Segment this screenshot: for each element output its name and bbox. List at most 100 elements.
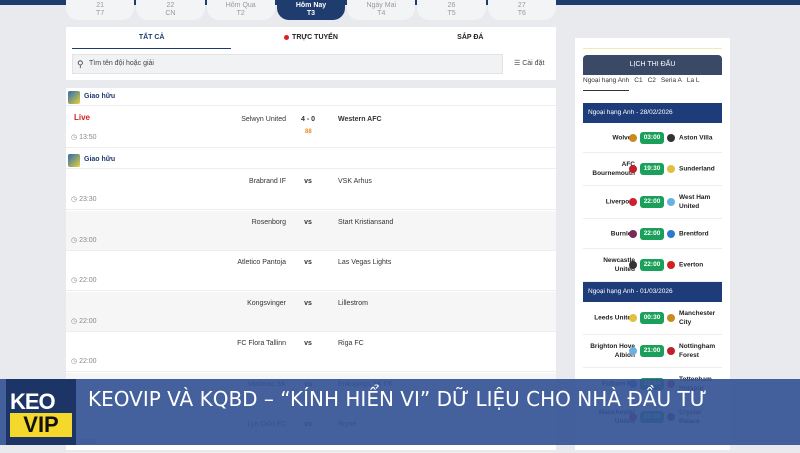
- league-flag-icon: [68, 154, 80, 167]
- home-team: Rosenborg: [251, 218, 286, 226]
- search-placeholder: Tìm tên đội hoặc giải: [89, 60, 154, 67]
- date-tab[interactable]: 26 T5: [417, 0, 486, 20]
- match-minute: 88: [305, 129, 312, 135]
- away-team: Riga FC: [338, 340, 364, 347]
- schedule-match[interactable]: Newcastle United 22:00 Everton: [583, 249, 722, 282]
- weekday-label: T3: [306, 10, 316, 17]
- vs-label: vs: [304, 178, 312, 185]
- keovip-logo: KEO VIP: [6, 379, 76, 445]
- schedule-match[interactable]: AFC Bournemouth 19:30 Sunderland: [583, 153, 722, 186]
- banner-title: KEOVIP VÀ KQBD – “KÍNH HIỂN VI” DỮ LIỆU …: [88, 387, 707, 411]
- away-crest-icon: [667, 198, 675, 206]
- away-team: Everton: [679, 261, 704, 269]
- away-team: Nottingham Forest: [679, 343, 716, 359]
- tab-all[interactable]: TẤT CẢ: [72, 27, 232, 49]
- schedule-title: LỊCH THI ĐẤU: [583, 55, 722, 75]
- date-tab[interactable]: Hôm Nay T3: [276, 0, 346, 20]
- logo-text-bottom: VIP: [10, 413, 72, 437]
- vs-label: vs: [304, 259, 312, 266]
- league-tab[interactable]: C1: [634, 77, 642, 91]
- schedule-match[interactable]: Leeds United 00:30 Manchester City: [583, 302, 722, 335]
- home-team: Brabrand IF: [249, 178, 286, 185]
- date-tabs: 21 T7 22 CN Hôm Qua T2 Hôm Nay T3 Ngày Mai T4 26 T5…: [66, 0, 556, 20]
- away-team: Manchester City: [679, 310, 716, 326]
- match-row[interactable]: Live ◷ 13:50 Selwyn United 4 - 0 88 West…: [66, 108, 556, 148]
- weekday-label: T6: [517, 10, 526, 17]
- home-team: Atletico Pantoja: [237, 259, 286, 266]
- kickoff-time: 21:00: [640, 345, 664, 357]
- away-team: Aston Villa: [679, 134, 713, 141]
- match-time: ◷ 13:50: [71, 134, 97, 141]
- tab-live[interactable]: TRỰC TUYẾN: [231, 27, 390, 49]
- home-team: Kongsvinger: [247, 299, 286, 307]
- date-label: 21: [96, 2, 105, 9]
- date-label: Hôm Nay: [295, 2, 327, 9]
- schedule-match[interactable]: Brighton Hove Albion 21:00 Nottingham Fo…: [583, 335, 722, 368]
- away-team: West Ham United: [679, 194, 711, 210]
- match-row[interactable]: ◷ 23:00 Rosenborg vs Start Kristiansand: [66, 210, 556, 251]
- search-input[interactable]: ⚲ Tìm tên đội hoặc giải: [72, 54, 503, 74]
- league-name: Giao hữu: [84, 156, 116, 163]
- kickoff-time: 22:00: [640, 196, 664, 208]
- match-row[interactable]: ◷ 22:00 Atletico Pantoja vs Las Vegas Li…: [66, 251, 556, 291]
- kickoff-time: 00:30: [640, 312, 664, 324]
- away-team: Start Kristiansand: [338, 218, 394, 226]
- away-crest-icon: [667, 165, 675, 173]
- schedule-match[interactable]: Liverpool 22:00 West Ham United: [583, 186, 722, 219]
- settings-label: Cài đặt: [522, 60, 545, 67]
- weekday-label: T7: [96, 10, 105, 17]
- weekday-label: T5: [447, 10, 456, 17]
- article-banner: KEO VIP KEOVIP VÀ KQBD – “KÍNH HIỂN VI” …: [0, 379, 800, 445]
- match-time: ◷ 22:00: [71, 317, 97, 325]
- date-tab[interactable]: 27 T6: [487, 0, 556, 20]
- date-label: 26: [447, 2, 456, 9]
- schedule-match[interactable]: Burnley 22:00 Brentford: [583, 219, 722, 249]
- away-team: Sunderland: [679, 165, 715, 173]
- tab-live-label: TRỰC TUYẾN: [292, 34, 338, 41]
- sliders-icon: ☰: [514, 60, 523, 67]
- away-team: Brentford: [679, 230, 709, 237]
- league-flag-icon: [68, 91, 80, 104]
- match-row[interactable]: ◷ 22:00 Kongsvinger vs Lillestrom: [66, 291, 556, 332]
- league-tab[interactable]: C2: [648, 77, 656, 91]
- date-tab[interactable]: 21 T7: [66, 0, 135, 20]
- schedule-section-header: Ngoại hạng Anh - 01/03/2026: [583, 282, 722, 302]
- vs-label: vs: [304, 299, 312, 307]
- home-crest-icon: [629, 133, 637, 142]
- schedule-section-header: Ngoại hạng Anh - 28/02/2026: [583, 103, 722, 123]
- date-tab[interactable]: Hôm Qua T2: [206, 0, 275, 20]
- score: 4 - 0: [300, 116, 315, 123]
- away-team: Lillestrom: [338, 299, 368, 307]
- away-team: Western AFC: [338, 116, 382, 123]
- schedule-match[interactable]: Wolves 03:00 Aston Villa: [583, 123, 722, 153]
- live-dot-icon: [284, 34, 290, 40]
- date-tab[interactable]: 22 CN: [136, 0, 205, 20]
- tab-upcoming[interactable]: SẮP ĐÁ: [391, 27, 550, 49]
- home-team: Selwyn United: [241, 116, 286, 123]
- league-tab[interactable]: La L: [687, 77, 700, 91]
- away-crest-icon: [667, 314, 675, 322]
- away-team: Las Vegas Lights: [338, 259, 392, 266]
- vs-label: vs: [304, 218, 312, 226]
- league-header[interactable]: Giao hữu: [66, 151, 556, 169]
- settings-button[interactable]: ☰ Cài đặt: [514, 54, 544, 74]
- match-row[interactable]: ◷ 23:30 Brabrand IF vs VSK Arhus: [66, 170, 556, 210]
- weekday-label: T2: [236, 10, 245, 17]
- home-crest-icon: [629, 198, 637, 206]
- match-time: ◷ 22:00: [71, 358, 97, 365]
- league-tab[interactable]: Ngoại hạng Anh: [583, 77, 630, 91]
- home-crest-icon: [629, 314, 637, 322]
- league-header[interactable]: Giao hữu: [66, 88, 556, 106]
- home-crest-icon: [629, 347, 637, 355]
- league-name: Giao hữu: [84, 93, 116, 100]
- away-crest-icon: [667, 261, 675, 269]
- date-label: 27: [517, 2, 526, 9]
- date-tab[interactable]: Ngày Mai T4: [347, 0, 416, 20]
- away-team: VSK Arhus: [338, 178, 372, 185]
- home-crest-icon: [629, 165, 637, 173]
- match-time: ◷ 22:00: [71, 277, 97, 284]
- date-label: Hôm Qua: [225, 2, 256, 9]
- match-row[interactable]: ◷ 22:00 FC Flora Tallinn vs Riga FC: [66, 332, 556, 372]
- home-team: FC Flora Tallinn: [237, 340, 286, 347]
- league-tab[interactable]: Seria A: [661, 77, 682, 91]
